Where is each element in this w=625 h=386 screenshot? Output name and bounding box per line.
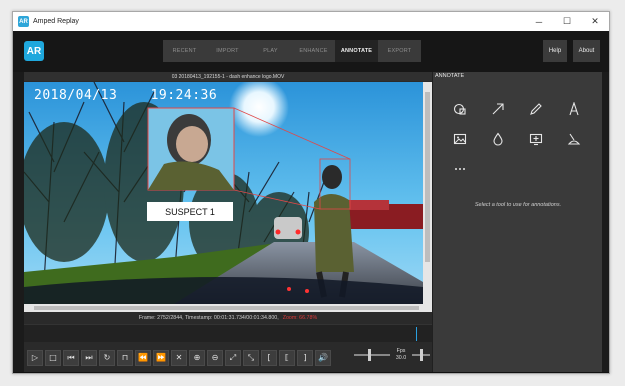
actual-size-button[interactable]: ⤡ (243, 349, 259, 366)
video-frame[interactable]: 2018/04/13 19:24:36 SUSPECT 1 (24, 82, 423, 304)
pencil-tool-icon[interactable] (517, 94, 555, 124)
add-frame-icon[interactable] (517, 124, 555, 154)
blur-drop-icon[interactable] (479, 124, 517, 154)
tab-export[interactable]: EXPORT (378, 40, 421, 62)
frame-text: Frame: 2752/2844, Timestamp: 00:01:31.73… (138, 314, 279, 321)
image-tool-icon[interactable] (441, 124, 479, 154)
tab-play[interactable]: PLAY (249, 40, 292, 62)
volume-button[interactable]: 🔊 (315, 349, 331, 366)
mark-in-button[interactable]: [ (261, 349, 277, 366)
last-frame-button[interactable]: ⏭ (81, 349, 97, 366)
annotation-label[interactable]: SUSPECT 1 (147, 202, 233, 221)
status-strip (13, 372, 609, 373)
file-title: 03 20180413_192155-1 - dash enhance logo… (24, 72, 432, 81)
volume-slider[interactable] (354, 349, 390, 361)
zoom-in-button[interactable]: ⊕ (189, 349, 205, 366)
spotlight-icon[interactable] (555, 124, 593, 154)
fit-button[interactable]: ⤢ (225, 349, 241, 366)
more-tools-icon[interactable] (441, 154, 479, 184)
stop-button[interactable]: □ (45, 349, 61, 366)
zoom-text: Zoom: 66.78% (282, 314, 318, 321)
tab-recent[interactable]: RECENT (163, 40, 206, 62)
slider-knob[interactable] (368, 349, 371, 361)
clear-button[interactable]: ✕ (171, 349, 187, 366)
tab-import[interactable]: IMPORT (206, 40, 249, 62)
about-button[interactable]: About (573, 40, 600, 62)
fps-label: Fps (396, 348, 406, 354)
timeline[interactable] (24, 324, 432, 342)
app-icon: AR (18, 16, 29, 27)
fps-display: Fps 30.0 (392, 348, 410, 362)
arrow-tool-icon[interactable] (479, 94, 517, 124)
slider-knob[interactable] (420, 349, 423, 361)
close-icon[interactable]: ✕ (581, 12, 609, 31)
tab-enhance[interactable]: ENHANCE (292, 40, 335, 62)
magnify-tool-icon[interactable] (441, 94, 479, 124)
mode-tabs: RECENT IMPORT PLAY ENHANCE ANNOTATE EXPO… (163, 40, 421, 62)
minimize-icon[interactable]: ─ (525, 12, 553, 31)
tab-annotate[interactable]: ANNOTATE (335, 40, 378, 62)
clear-range-button[interactable]: ⟦ (279, 349, 295, 366)
loop-button[interactable]: ↻ (99, 349, 115, 366)
maximize-icon[interactable]: ☐ (553, 12, 581, 31)
timestamp-overlay: 2018/04/13 19:24:36 (34, 88, 218, 103)
app-window: AR Amped Replay ─ ☐ ✕ AR RECENT IMPORT P… (12, 11, 610, 374)
fps-slider[interactable] (412, 349, 430, 361)
fast-forward-button[interactable]: ⏩ (153, 349, 169, 366)
window-controls: ─ ☐ ✕ (525, 12, 609, 31)
tool-grid (441, 94, 591, 184)
annotate-title: ANNOTATE (435, 73, 465, 79)
annotate-panel: ANNOTATE Select a tool to use for annota… (432, 72, 602, 372)
play-button[interactable]: ▷ (27, 349, 43, 366)
text-tool-icon[interactable] (555, 94, 593, 124)
fps-value: 30.0 (395, 355, 407, 361)
app-logo: AR (24, 41, 44, 61)
bookmark-button[interactable]: ⊓ (117, 349, 133, 366)
window-title: Amped Replay (33, 18, 79, 25)
first-frame-button[interactable]: ⏮ (63, 349, 79, 366)
horizontal-scrollbar[interactable] (24, 304, 432, 312)
scroll-thumb[interactable] (34, 306, 419, 310)
video-scene (24, 82, 423, 304)
title-bar: AR Amped Replay ─ ☐ ✕ (13, 12, 609, 31)
zoom-out-button[interactable]: ⊖ (207, 349, 223, 366)
tool-hint: Select a tool to use for annotations. (474, 202, 562, 208)
help-button[interactable]: Help (543, 40, 567, 62)
scroll-thumb[interactable] (425, 92, 430, 262)
rewind-button[interactable]: ⏪ (135, 349, 151, 366)
vertical-scrollbar[interactable] (423, 82, 432, 304)
app-header: AR RECENT IMPORT PLAY ENHANCE ANNOTATE E… (13, 31, 609, 72)
video-panel: 03 20180413_192155-1 - dash enhance logo… (24, 72, 432, 372)
playhead-marker[interactable] (416, 327, 417, 341)
frame-info: Frame: 2752/2844, Timestamp: 00:01:31.73… (24, 313, 432, 322)
mark-out-button[interactable]: ] (297, 349, 313, 366)
